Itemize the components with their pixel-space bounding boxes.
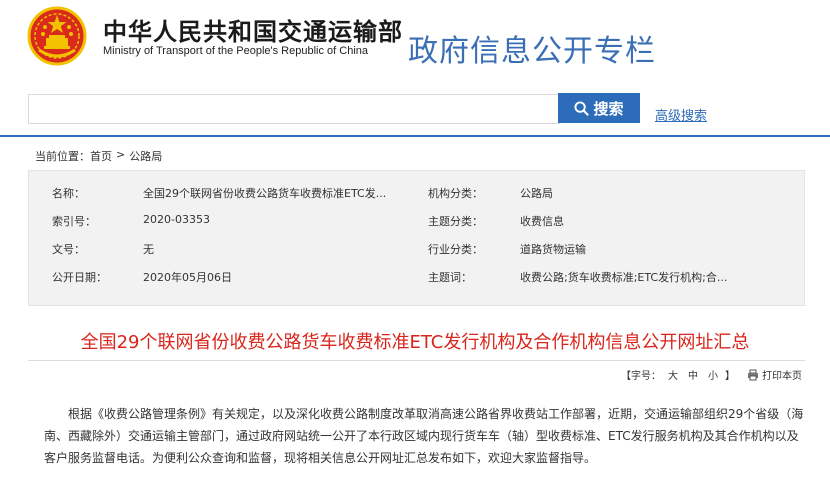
ministry-name-en: Ministry of Transport of the People's Re… — [103, 45, 369, 57]
search-input[interactable] — [28, 94, 560, 124]
info-index-label: 索引号： — [52, 215, 96, 228]
article-paragraph: 根据《收费公路管理条例》有关规定，以及深化收费公路制度改革取消高速公路省界收费站… — [44, 407, 804, 465]
header-divider — [0, 135, 830, 137]
info-org-value: 公路局 — [520, 187, 553, 200]
info-org-label: 机构分类： — [428, 187, 483, 200]
info-name-label: 名称： — [52, 187, 85, 200]
info-date-value: 2020年05月06日 — [143, 271, 232, 284]
breadcrumb: 当前位置： 首页 > 公路局 — [35, 148, 162, 164]
advanced-search-link[interactable]: 高级搜索 — [655, 105, 707, 124]
ministry-name-cn: 中华人民共和国交通运输部 — [103, 18, 403, 46]
article-body: 根据《收费公路管理条例》有关规定，以及深化收费公路制度改革取消高速公路省界收费站… — [44, 403, 804, 469]
info-keywords-value: 收费公路;货车收费标准;ETC发行机构;合... — [520, 271, 728, 284]
article-title: 全国29个联网省份收费公路货车收费标准ETC发行机构及合作机构信息公开网址汇总 — [80, 332, 750, 353]
printer-icon — [748, 369, 758, 380]
font-size-medium-button[interactable]: 中 — [688, 367, 698, 382]
search-button-label: 搜索 — [593, 100, 624, 118]
print-label: 打印本页 — [762, 371, 802, 382]
breadcrumb-bureau-link[interactable]: 公路局 — [129, 148, 162, 164]
print-button[interactable]: 打印本页 — [747, 367, 802, 382]
search-icon — [574, 100, 590, 116]
info-industry-label: 行业分类： — [428, 243, 483, 256]
breadcrumb-home-link[interactable]: 首页 — [90, 148, 112, 164]
info-doc-label: 文号： — [52, 243, 85, 256]
title-divider — [28, 360, 805, 361]
breadcrumb-separator: > — [116, 148, 126, 161]
font-size-small-button[interactable]: 小 — [708, 367, 718, 382]
font-size-large-button[interactable]: 大 — [668, 367, 678, 382]
info-date-label: 公开日期： — [52, 271, 107, 284]
breadcrumb-prefix: 当前位置： — [35, 150, 90, 163]
column-title: 政府信息公开专栏 — [408, 34, 656, 69]
font-size-label: 【字号： — [621, 371, 661, 382]
national-emblem-icon — [27, 6, 87, 66]
info-topic-label: 主题分类： — [428, 215, 483, 228]
search-button[interactable]: 搜索 — [558, 93, 640, 123]
info-topic-value: 收费信息 — [520, 215, 564, 228]
info-name-value: 全国29个联网省份收费公路货车收费标准ETC发... — [143, 187, 387, 200]
info-doc-value: 无 — [143, 243, 154, 256]
article-toolbar: 【字号： 大 中 小 】 打印本页 — [621, 367, 802, 382]
font-size-end: 】 — [725, 371, 735, 382]
info-industry-value: 道路货物运输 — [520, 243, 586, 256]
info-index-value: 2020-03353 — [143, 213, 210, 226]
document-info-box: 名称： 全国29个联网省份收费公路货车收费标准ETC发... 索引号： 2020… — [28, 170, 805, 306]
info-keywords-label: 主题词： — [428, 271, 472, 284]
